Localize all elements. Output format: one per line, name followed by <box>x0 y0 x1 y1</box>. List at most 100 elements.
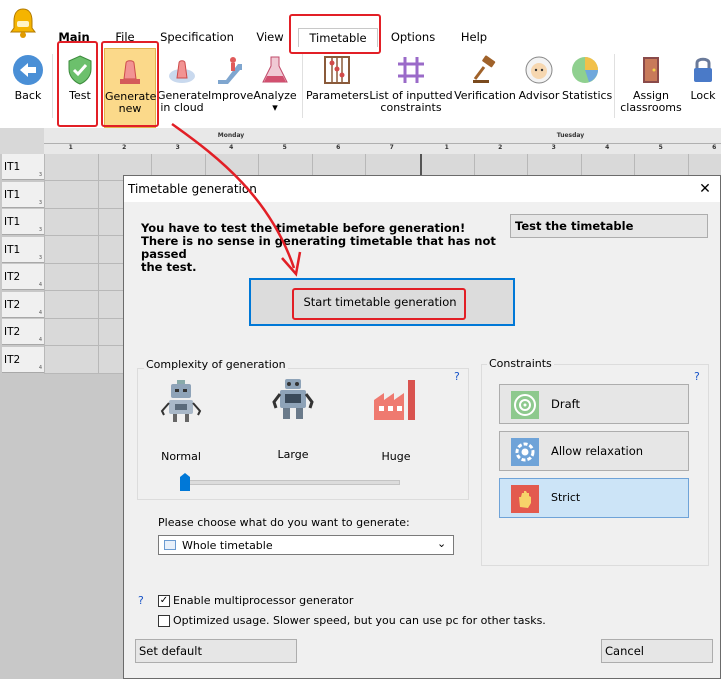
tab-specification[interactable]: Specification <box>158 28 236 46</box>
alarm-light-icon <box>120 60 140 84</box>
multiprocessor-help-icon[interactable]: ? <box>138 594 144 607</box>
back-arrow-icon <box>13 55 43 85</box>
ribbon-separator <box>302 54 303 118</box>
complexity-help-icon[interactable]: ? <box>454 370 460 383</box>
analyze-dropdown-icon: ▾ <box>272 101 278 114</box>
generate-in-cloud-button[interactable]: Generate in cloud <box>157 48 208 128</box>
lock-icon <box>694 57 712 82</box>
hand-stop-icon <box>511 485 539 513</box>
day-header-tuesday: Tuesday <box>556 132 585 139</box>
row-labels: IT1 GR13IT1 GR23IT1 GR33IT1 GR43IT2 GR14… <box>0 154 50 392</box>
chevron-down-icon: ⌄ <box>437 537 447 550</box>
escalator-icon <box>218 57 242 84</box>
list-of-constraints-label-2: constraints <box>380 101 442 114</box>
pie-chart-icon <box>572 57 598 83</box>
complexity-title: Complexity of generation <box>144 358 288 371</box>
list-of-constraints-button[interactable]: List of inputted constraints <box>369 48 453 128</box>
cancel-button[interactable]: Cancel <box>601 639 713 663</box>
back-label: Back <box>14 89 42 102</box>
robot-large-icon <box>270 378 316 425</box>
calendar-icon <box>164 540 176 550</box>
constraint-allow-relaxation-button[interactable]: Allow relaxation <box>499 431 689 471</box>
choose-label: Please choose what do you want to genera… <box>158 516 410 529</box>
checkmark-shield-icon <box>68 55 92 85</box>
improve-button[interactable]: Improve <box>208 48 253 128</box>
constraint-strict-button[interactable]: Strict <box>499 478 689 518</box>
test-button[interactable]: Test <box>58 48 102 128</box>
app-logo-icon[interactable] <box>8 6 38 38</box>
statistics-label: Statistics <box>562 89 613 102</box>
optimized-usage-checkbox[interactable] <box>158 615 170 627</box>
tab-view[interactable]: View <box>250 28 290 46</box>
row-label[interactable]: IT2 GR34 <box>2 319 44 364</box>
robot-normal-icon <box>159 379 203 428</box>
target-icon <box>511 391 539 419</box>
period-header-cell: 7 <box>389 144 394 151</box>
optimized-usage-label: Optimized usage. Slower speed, but you c… <box>173 614 546 627</box>
tab-options[interactable]: Options <box>385 28 441 46</box>
row-label[interactable]: IT1 GR13 <box>2 154 44 199</box>
constraints-title: Constraints <box>487 357 554 370</box>
parameters-button[interactable]: Parameters <box>306 48 369 128</box>
gear-icon <box>511 438 539 466</box>
ribbon-toolbar: Back Test Generate new Generate in cloud <box>0 48 721 129</box>
row-label[interactable]: IT2 GR44 <box>2 346 44 392</box>
set-default-button[interactable]: Set default <box>135 639 297 663</box>
complexity-normal-label: Normal <box>161 450 201 463</box>
period-header-cell: 3 <box>551 144 556 151</box>
constraint-draft-button[interactable]: Draft <box>499 384 689 424</box>
period-header-cell: 2 <box>498 144 503 151</box>
verification-button[interactable]: Verification <box>454 48 516 128</box>
constraint-draft-label: Draft <box>551 397 580 411</box>
generate-target-select[interactable]: Whole timetable ⌄ <box>158 535 454 555</box>
period-header-cell: 2 <box>122 144 127 151</box>
tab-help[interactable]: Help <box>452 28 496 46</box>
test-label: Test <box>69 89 91 102</box>
row-label[interactable]: IT1 GR23 <box>2 181 44 227</box>
generate-target-value: Whole timetable <box>182 539 273 552</box>
assign-classrooms-label-2: classrooms <box>620 101 682 114</box>
tab-main[interactable]: Main <box>55 28 93 46</box>
start-generation-button[interactable]: Start timetable generation <box>294 290 466 314</box>
period-header-cell: 5 <box>658 144 663 151</box>
tab-timetable[interactable]: Timetable <box>298 28 378 47</box>
ribbon-separator <box>52 54 53 118</box>
lock-button[interactable]: Lock <box>686 48 720 128</box>
door-icon <box>643 57 659 83</box>
multiprocessor-checkbox[interactable]: ✓ <box>158 595 170 607</box>
constraint-strict-label: Strict <box>551 491 581 504</box>
tab-file[interactable]: File <box>108 28 142 46</box>
generate-new-button[interactable]: Generate new <box>104 48 156 128</box>
generate-new-label-2: new <box>118 102 142 115</box>
verification-label: Verification <box>454 89 516 102</box>
row-label[interactable]: IT1 GR33 <box>2 209 44 254</box>
assign-classrooms-button[interactable]: Assign classrooms <box>618 48 684 128</box>
analyze-button[interactable]: Analyze ▾ <box>252 48 298 128</box>
grid-hash-icon <box>398 57 424 83</box>
statistics-button[interactable]: Statistics <box>562 48 613 128</box>
cloud-alarm-icon <box>169 60 195 83</box>
close-icon[interactable]: ✕ <box>697 181 713 197</box>
complexity-slider-thumb[interactable] <box>180 473 190 491</box>
advisor-label: Advisor <box>518 89 560 102</box>
advisor-button[interactable]: Advisor <box>516 48 562 128</box>
grid-column-line <box>97 154 99 374</box>
complexity-huge-label: Huge <box>381 450 411 463</box>
period-header-cell: 6 <box>712 144 717 151</box>
back-button[interactable]: Back <box>6 48 50 128</box>
menu-bar: Main File Specification View Timetable O… <box>0 0 721 50</box>
ribbon-separator <box>614 54 615 118</box>
lock-label: Lock <box>690 89 716 102</box>
period-header-cell: 4 <box>605 144 610 151</box>
flask-icon <box>262 56 288 83</box>
test-timetable-button[interactable]: Test the timetable <box>510 214 708 238</box>
period-header-cell: 1 <box>444 144 449 151</box>
complexity-large-label: Large <box>277 448 309 461</box>
row-label[interactable]: IT2 GR14 <box>2 264 44 309</box>
constraints-help-icon[interactable]: ? <box>694 370 700 383</box>
row-label[interactable]: IT1 GR43 <box>2 236 44 282</box>
complexity-slider-track[interactable] <box>184 480 400 485</box>
row-label[interactable]: IT2 GR24 <box>2 291 44 337</box>
gavel-icon <box>473 55 496 83</box>
parameters-label: Parameters <box>306 89 369 102</box>
